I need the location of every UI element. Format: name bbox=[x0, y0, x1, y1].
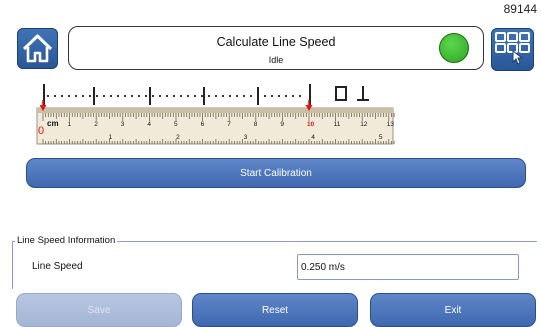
ruler-major-label: 6 bbox=[201, 121, 205, 128]
home-button[interactable] bbox=[17, 28, 58, 69]
reset-button[interactable]: Reset bbox=[192, 293, 358, 327]
ruler-major-label: 2 bbox=[94, 121, 98, 128]
ruler-major-label: 5 bbox=[174, 121, 178, 128]
ruler-major-label: 7 bbox=[227, 121, 231, 128]
ruler-minor-label: 4 bbox=[311, 134, 315, 141]
status-panel: Calculate Line Speed Idle bbox=[68, 26, 484, 70]
ruler-major-label: 3 bbox=[121, 121, 125, 128]
status-led-icon bbox=[439, 33, 469, 63]
ruler-major-label: 1 bbox=[68, 121, 72, 128]
ruler-major-label: 13 bbox=[387, 121, 395, 128]
line-speed-value: 0.250 m/s bbox=[297, 254, 519, 280]
ruler-major-label: 4 bbox=[147, 121, 151, 128]
line-speed-label: Line Speed bbox=[32, 261, 83, 272]
home-icon bbox=[22, 34, 53, 63]
ruler-minor-label: 3 bbox=[244, 134, 248, 141]
ruler-minor-label: 5 bbox=[379, 134, 383, 141]
ruler-major-label: 8 bbox=[254, 121, 258, 128]
save-button[interactable]: Save bbox=[16, 293, 182, 327]
ruler-minor-label: 2 bbox=[176, 134, 180, 141]
ruler-major-label: 11 bbox=[334, 121, 341, 128]
ruler-major-label: 12 bbox=[360, 121, 368, 128]
code-number: 89144 bbox=[503, 2, 537, 16]
start-calibration-button[interactable]: Start Calibration bbox=[26, 158, 526, 188]
page-title: Calculate Line Speed bbox=[216, 35, 336, 49]
status-text: Idle bbox=[268, 55, 284, 65]
menu-grid-hand-icon bbox=[495, 32, 530, 65]
ruler-major-label: 9 bbox=[280, 121, 284, 128]
ruler-major-label: 10 bbox=[307, 121, 315, 128]
ruler-zero-label: 0 bbox=[38, 125, 44, 137]
exit-button[interactable]: Exit bbox=[370, 293, 536, 327]
dot-matrix-track bbox=[43, 84, 369, 105]
ruler-unit: cm bbox=[47, 119, 59, 128]
line-speed-legend: Line Speed Information bbox=[15, 235, 118, 246]
menu-button[interactable] bbox=[491, 28, 534, 71]
ruler-minor-label: 1 bbox=[109, 134, 113, 141]
ruler-graphic: cm 1 2 3 4 5 6 7 8 9 10 11 12 13 0 12345 bbox=[35, 76, 395, 148]
